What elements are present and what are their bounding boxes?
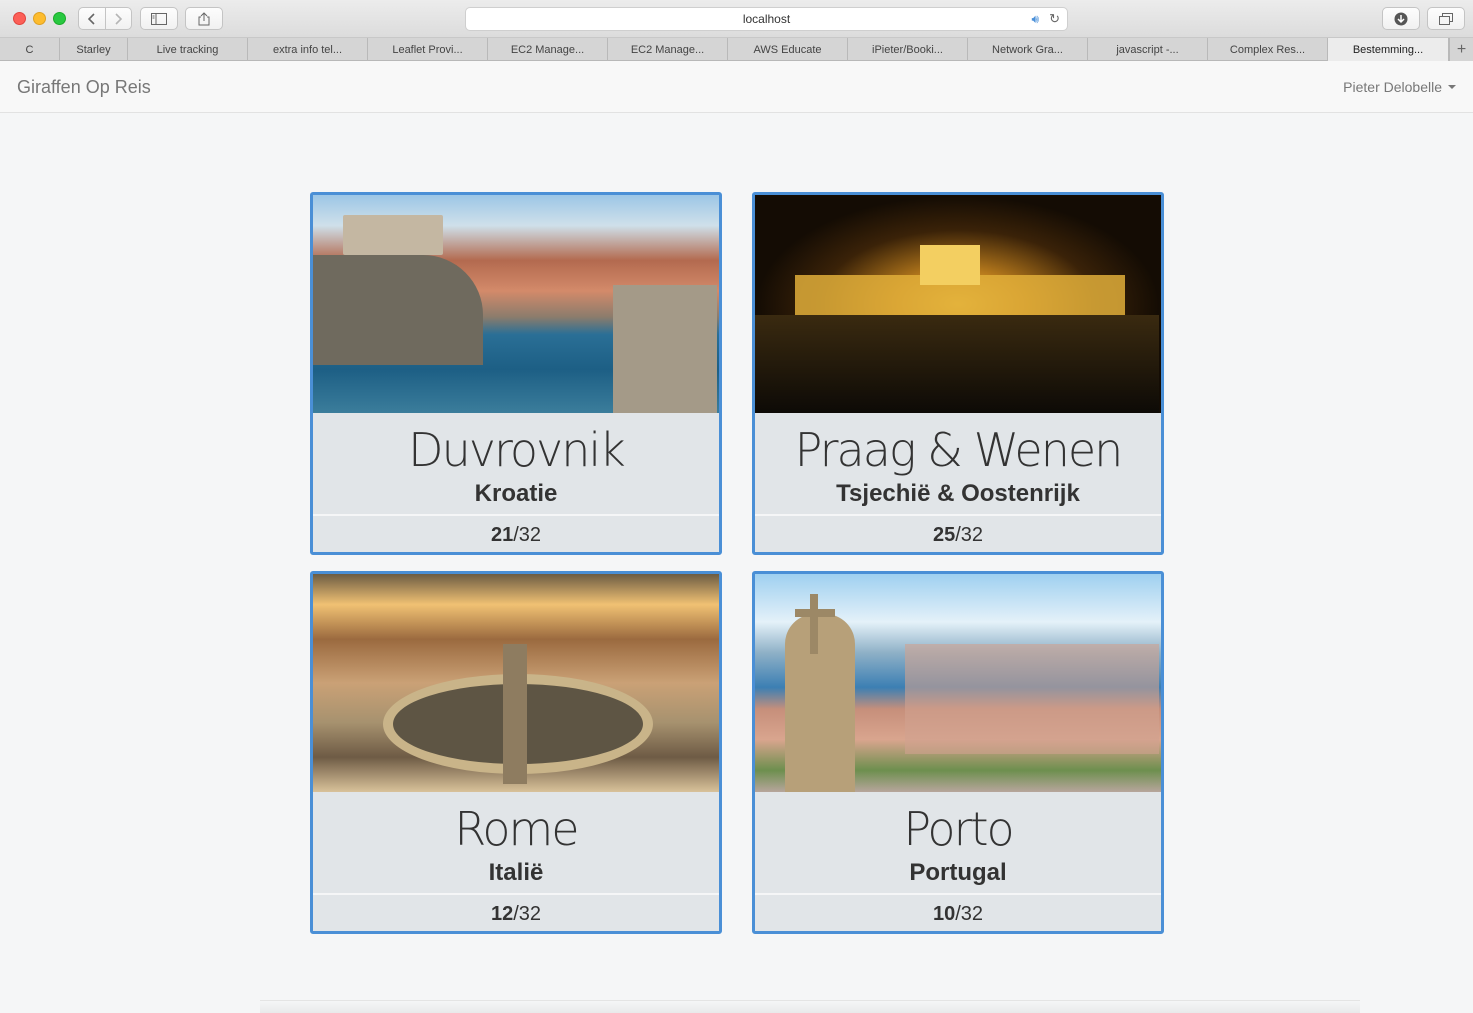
new-tab-button[interactable]: + [1449,38,1473,61]
sidebar-icon [151,12,167,25]
page-footer-shadow [260,1000,1360,1013]
sidebar-toggle-button[interactable] [140,7,178,30]
browser-tab[interactable]: iPieter/Booki... [848,38,968,61]
user-name: Pieter Delobelle [1343,79,1442,95]
destination-country: Italië [488,859,544,886]
count-total: /32 [955,524,984,546]
browser-tab[interactable]: Starley [60,38,128,61]
close-window-button[interactable] [13,12,26,25]
reload-icon[interactable]: ↻ [1049,11,1060,27]
brand-link[interactable]: Giraffen Op Reis [17,77,151,98]
browser-tab[interactable]: Leaflet Provi... [368,38,488,61]
share-icon [198,11,210,25]
back-button[interactable] [79,8,105,29]
browser-tab[interactable]: Complex Res... [1208,38,1328,61]
history-nav [78,7,132,30]
destination-card[interactable]: Porto Portugal 10/32 [752,571,1164,934]
count-value: 21 [490,524,514,546]
share-button[interactable] [185,7,223,30]
count-value: 10 [932,903,956,925]
browser-tab[interactable]: EC2 Manage... [488,38,608,61]
destination-country: Portugal [909,859,1007,886]
count-total: /32 [513,524,542,546]
browser-tab[interactable]: C [0,38,60,61]
destination-card[interactable]: Praag & Wenen Tsjechië & Oostenrijk 25/3… [752,192,1164,555]
count-total: /32 [955,903,984,925]
browser-tab[interactable]: AWS Educate [728,38,848,61]
tab-bar: C Starley Live tracking extra info tel... Le… [0,38,1473,61]
browser-tab[interactable]: javascript -... [1088,38,1208,61]
chevron-left-icon [87,12,95,25]
tabs-icon [1439,12,1453,25]
downloads-button[interactable] [1382,7,1420,30]
destination-card[interactable]: Duvrovnik Kroatie 21/32 [310,192,722,555]
browser-tab[interactable]: Network Gra... [968,38,1088,61]
destination-count: 25/32 [755,514,1161,550]
tabs-overview-button[interactable] [1427,7,1465,30]
download-icon [1394,12,1408,25]
destination-city: Duvrovnik [408,423,626,477]
caret-down-icon [1448,85,1456,89]
destination-count: 21/32 [313,514,719,550]
destination-photo [755,574,1161,792]
minimize-window-button[interactable] [33,12,46,25]
audio-icon[interactable]: 🔊︎ [1031,12,1039,27]
count-value: 12 [490,903,514,925]
address-text: localhost [742,12,791,26]
browser-titlebar: localhost 🔊︎ ↻ [0,0,1473,38]
address-bar[interactable]: localhost 🔊︎ ↻ [465,7,1068,31]
destination-city: Rome [454,802,579,856]
destination-photo [755,195,1161,413]
destination-country: Kroatie [474,480,558,507]
browser-tab[interactable]: EC2 Manage... [608,38,728,61]
destination-count: 10/32 [755,893,1161,929]
destination-city: Porto [903,802,1014,856]
destination-country: Tsjechië & Oostenrijk [836,480,1080,507]
user-menu[interactable]: Pieter Delobelle [1343,79,1456,95]
chevron-right-icon [115,12,123,25]
app-navbar: Giraffen Op Reis Pieter Delobelle [0,61,1473,113]
count-total: /32 [513,903,542,925]
destination-count: 12/32 [313,893,719,929]
browser-tab[interactable]: Live tracking [128,38,248,61]
destination-card[interactable]: Rome Italië 12/32 [310,571,722,934]
destination-city: Praag & Wenen [794,423,1124,477]
destination-photo [313,574,719,792]
forward-button[interactable] [104,8,132,29]
browser-tab[interactable]: Bestemming... [1328,38,1449,61]
fullscreen-window-button[interactable] [53,12,66,25]
destination-photo [313,195,719,413]
browser-tab[interactable]: extra info tel... [248,38,368,61]
count-value: 25 [932,524,956,546]
